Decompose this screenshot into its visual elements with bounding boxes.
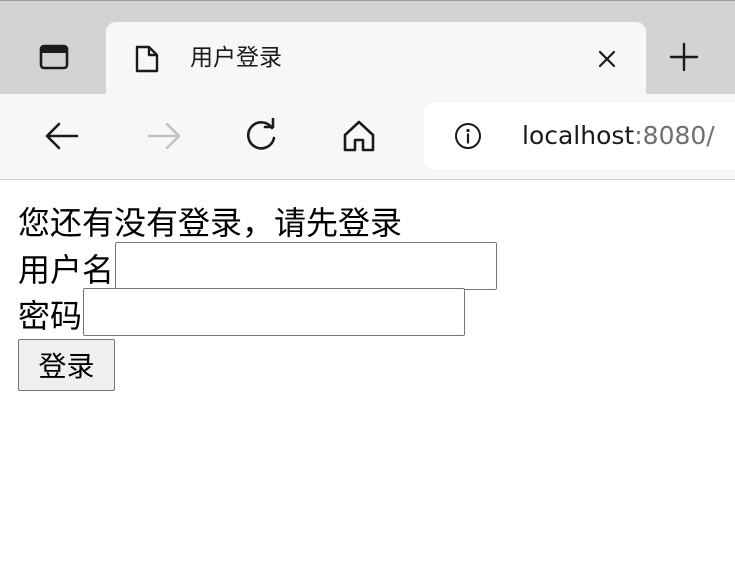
home-icon: [343, 120, 375, 152]
password-label: 密码: [18, 297, 83, 335]
page-content: 您还有没有登录，请先登录 用户名 密码 登录: [18, 202, 498, 391]
url-path: :8080/: [634, 121, 715, 150]
browser-toolbar: localhost:8080/: [0, 94, 735, 180]
login-prompt-message: 您还有没有登录，请先登录: [18, 204, 403, 242]
page-icon: [135, 45, 159, 73]
browser-tab-active[interactable]: 用户登录: [106, 22, 646, 95]
info-icon[interactable]: [454, 122, 482, 150]
tab-strip: 用户登录: [0, 0, 735, 95]
plus-icon: [669, 42, 699, 72]
arrow-left-icon: [45, 122, 79, 150]
new-tab-button[interactable]: [662, 35, 706, 79]
password-row: 密码: [18, 288, 497, 336]
username-input[interactable]: [115, 242, 498, 290]
tab-close-button[interactable]: [592, 44, 622, 74]
home-button[interactable]: [335, 114, 383, 158]
address-bar[interactable]: localhost:8080/: [424, 103, 735, 169]
login-message-row: 您还有没有登录，请先登录: [18, 202, 497, 244]
tab-actions-icon: [39, 44, 69, 70]
arrow-right-icon: [147, 122, 181, 150]
url-text[interactable]: localhost:8080/: [522, 118, 715, 154]
reload-icon: [246, 117, 276, 150]
url-host: localhost: [522, 121, 635, 150]
tab-actions-button[interactable]: [22, 21, 86, 93]
username-label: 用户名: [18, 251, 115, 289]
username-row: 用户名: [18, 242, 498, 290]
login-button[interactable]: 登录: [18, 339, 115, 391]
forward-button[interactable]: [141, 114, 189, 158]
back-button[interactable]: [37, 114, 85, 158]
password-input[interactable]: [83, 288, 466, 336]
tab-title: 用户登录: [190, 45, 282, 71]
close-icon: [598, 50, 616, 68]
reload-button[interactable]: [237, 114, 285, 158]
